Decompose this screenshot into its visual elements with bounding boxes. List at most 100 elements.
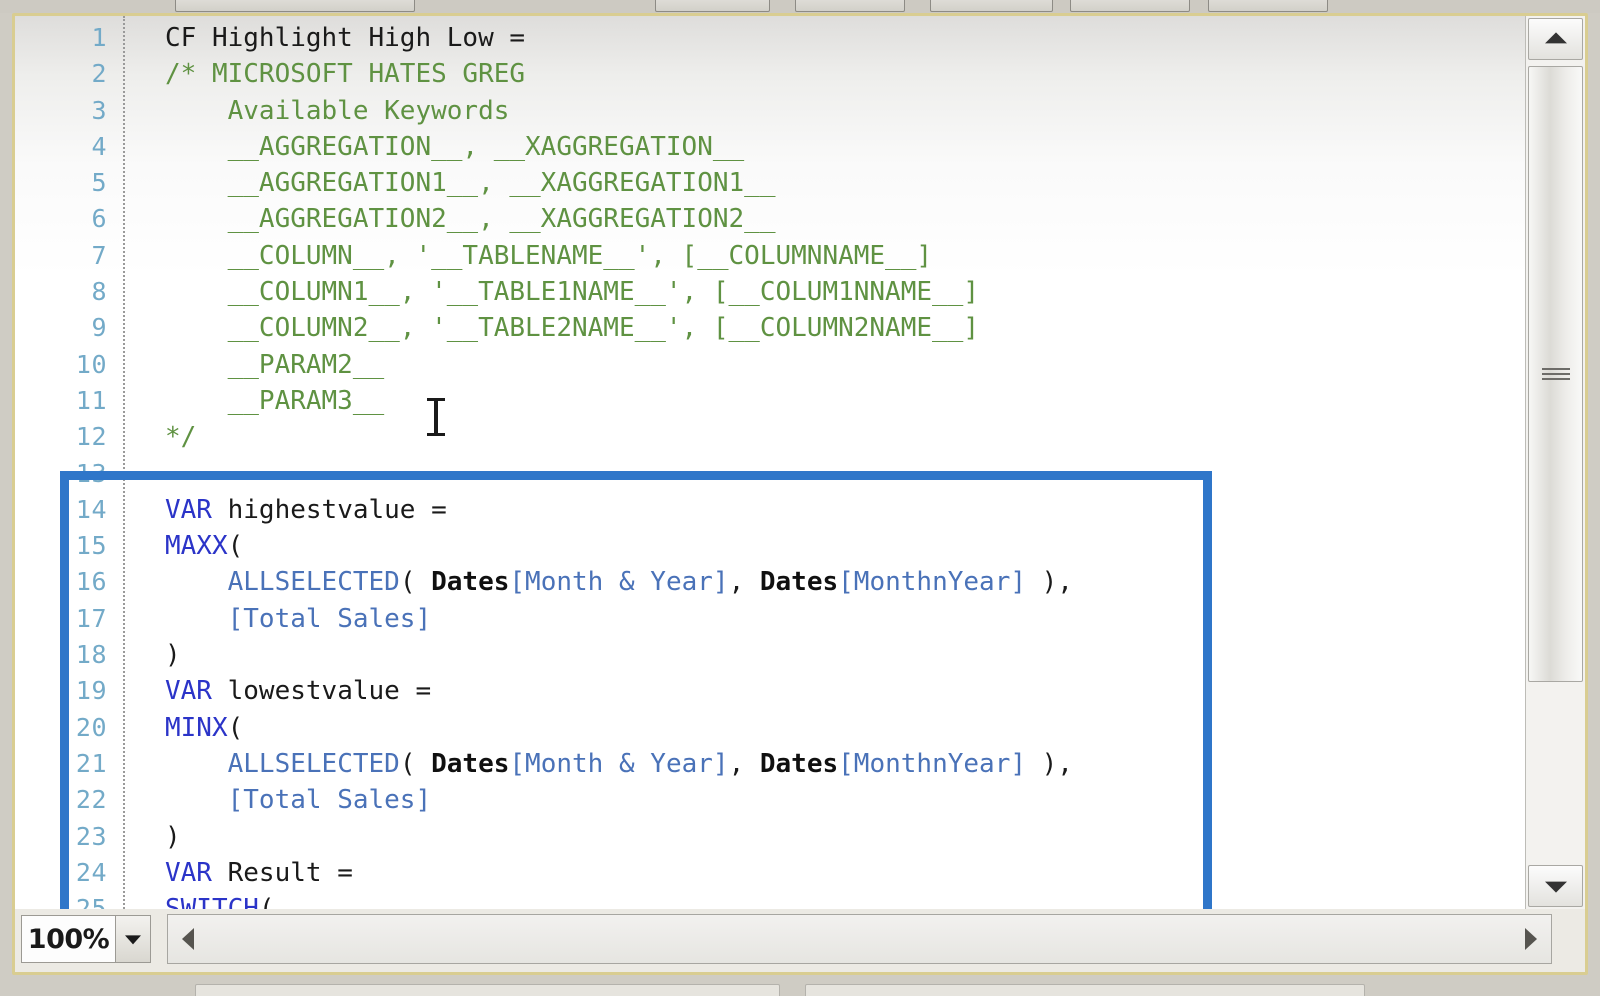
code-line[interactable]: 13 — [15, 456, 1525, 492]
code-line-text: __PARAM2__ — [165, 347, 385, 383]
code-token: ALLSELECTED — [227, 567, 400, 598]
code-line[interactable]: 17 [Total Sales] — [15, 601, 1525, 637]
line-number: 1 — [91, 23, 107, 52]
code-token: ( — [399, 748, 432, 779]
code-line[interactable]: 8 __COLUMN1__, '__TABLE1NAME__', [__COLU… — [15, 274, 1525, 310]
code-token: __COLUMN1__, '__TABLE1NAME__', [__COLUM1… — [165, 277, 979, 308]
line-number: 24 — [75, 857, 107, 887]
zoom-level-value: 100% — [21, 915, 115, 963]
code-token: [MonthnYear] — [838, 567, 1026, 598]
code-token: __PARAM3__ — [165, 385, 385, 416]
zoom-level-combobox[interactable]: 100% — [21, 915, 151, 963]
code-line-text: __COLUMN1__, '__TABLE1NAME__', [__COLUM1… — [165, 274, 979, 310]
toolbar-button-5[interactable] — [1208, 0, 1328, 12]
toolbar-button-3[interactable] — [930, 0, 1053, 12]
scroll-up-button[interactable] — [1528, 18, 1583, 60]
toolbar-button-4[interactable] — [1070, 0, 1190, 12]
vertical-scrollbar[interactable] — [1525, 16, 1585, 909]
horizontal-scrollbar[interactable] — [167, 914, 1552, 964]
triangle-up-icon — [1544, 32, 1567, 44]
code-line[interactable]: 6 __AGGREGATION2__, __XAGGREGATION2__ — [15, 201, 1525, 237]
line-number: 4 — [91, 131, 107, 161]
grip-lines-icon — [1541, 368, 1570, 380]
code-token: highestvalue = — [211, 494, 447, 525]
code-line[interactable]: 16 ALLSELECTED( Dates[Month & Year], Dat… — [15, 564, 1525, 600]
code-line-text: [Total Sales] — [165, 782, 432, 818]
code-line[interactable]: 3 Available Keywords — [15, 93, 1525, 129]
code-line-text: /* MICROSOFT HATES GREG — [165, 56, 525, 92]
code-token: __PARAM2__ — [165, 349, 385, 380]
code-line[interactable]: 4 __AGGREGATION__, __XAGGREGATION__ — [15, 129, 1525, 165]
code-line[interactable]: 24 VAR Result = — [15, 855, 1525, 891]
code-line-text: ALLSELECTED( Dates[Month & Year], Dates[… — [165, 564, 1073, 600]
code-line[interactable]: 21 ALLSELECTED( Dates[Month & Year], Dat… — [15, 746, 1525, 782]
code-line[interactable]: 5 __AGGREGATION1__, __XAGGREGATION1__ — [15, 165, 1525, 201]
code-token: Dates — [431, 567, 510, 598]
code-line[interactable]: 12 */ — [15, 419, 1525, 455]
code-line-text: MINX( — [165, 710, 243, 746]
code-token: SWITCH — [165, 894, 259, 909]
line-number: 12 — [75, 422, 107, 452]
code-line-text: ) — [165, 819, 181, 855]
code-line-text: MAXX( — [165, 528, 243, 564]
code-line[interactable]: 11 __PARAM3__ — [15, 383, 1525, 419]
line-number: 3 — [91, 95, 107, 125]
triangle-right-icon[interactable] — [1525, 928, 1537, 950]
code-token: Result = — [211, 857, 353, 888]
code-line[interactable]: 10 __PARAM2__ — [15, 347, 1525, 383]
toolbar-strip — [0, 0, 1600, 13]
code-token: [Month & Year] — [509, 567, 729, 598]
formula-editor-panel-inner: 1 CF Highlight High Low = 2 /* MICROSOFT HA… — [15, 16, 1585, 972]
code-surface[interactable]: 1 CF Highlight High Low = 2 /* MICROSOFT HA… — [15, 16, 1525, 909]
line-number: 10 — [75, 349, 107, 379]
line-number: 19 — [75, 676, 107, 706]
code-line-text: ) — [165, 637, 181, 673]
code-line-text: SWITCH( — [165, 891, 275, 909]
line-number: 25 — [75, 894, 107, 909]
code-token: lowestvalue = — [211, 676, 432, 707]
code-token: MINX — [165, 712, 228, 743]
line-number: 11 — [75, 385, 107, 415]
toolbar-button-1[interactable] — [655, 0, 770, 12]
line-number: 14 — [75, 494, 107, 524]
code-line[interactable]: 23) — [15, 819, 1525, 855]
code-token: ), — [1026, 748, 1073, 779]
code-line-text: [Total Sales] — [165, 601, 432, 637]
code-line[interactable]: 19 VAR lowestvalue = — [15, 673, 1525, 709]
code-token: ( — [399, 567, 432, 598]
line-number: 13 — [75, 458, 107, 488]
line-number: 20 — [75, 712, 107, 742]
code-line[interactable]: 1 CF Highlight High Low = — [15, 20, 1525, 56]
code-token: ), — [1026, 567, 1073, 598]
vertical-scrollbar-thumb[interactable] — [1528, 66, 1583, 682]
code-line[interactable]: 2 /* MICROSOFT HATES GREG — [15, 56, 1525, 92]
code-line[interactable]: 15 MAXX( — [15, 528, 1525, 564]
toolbar-button-wide[interactable] — [175, 0, 415, 12]
below-panel-strip — [0, 980, 1600, 996]
code-line[interactable]: 9 __COLUMN2__, '__TABLE2NAME__', [__COLU… — [15, 310, 1525, 346]
code-line-text: __PARAM3__ — [165, 383, 385, 419]
code-line[interactable]: 14 VAR highestvalue = — [15, 492, 1525, 528]
toolbar-button-2[interactable] — [795, 0, 905, 12]
code-token: __AGGREGATION1__, __XAGGREGATION1__ — [165, 168, 776, 199]
scroll-down-button[interactable] — [1528, 865, 1583, 907]
code-line[interactable]: 22 [Total Sales] — [15, 782, 1525, 818]
chevron-down-icon[interactable] — [115, 915, 151, 963]
code-token: ( — [227, 531, 244, 562]
code-line-text: __AGGREGATION__, __XAGGREGATION__ — [165, 129, 745, 165]
code-line[interactable]: 18) — [15, 637, 1525, 673]
code-line[interactable]: 20 MINX( — [15, 710, 1525, 746]
line-number: 15 — [75, 531, 107, 561]
code-token: MAXX — [165, 531, 228, 562]
code-line[interactable]: 25 SWITCH( — [15, 891, 1525, 909]
triangle-left-icon[interactable] — [182, 928, 194, 950]
line-number: 16 — [75, 567, 107, 597]
code-line[interactable]: 7 __COLUMN__, '__TABLENAME__', [__COLUMN… — [15, 238, 1525, 274]
code-token: VAR — [165, 857, 212, 888]
code-token: VAR — [165, 676, 212, 707]
code-token: [MonthnYear] — [838, 748, 1026, 779]
code-line-text: Available Keywords — [165, 93, 510, 129]
code-token: __AGGREGATION__, __XAGGREGATION__ — [165, 131, 745, 162]
code-line-text: VAR Result = — [165, 855, 353, 891]
